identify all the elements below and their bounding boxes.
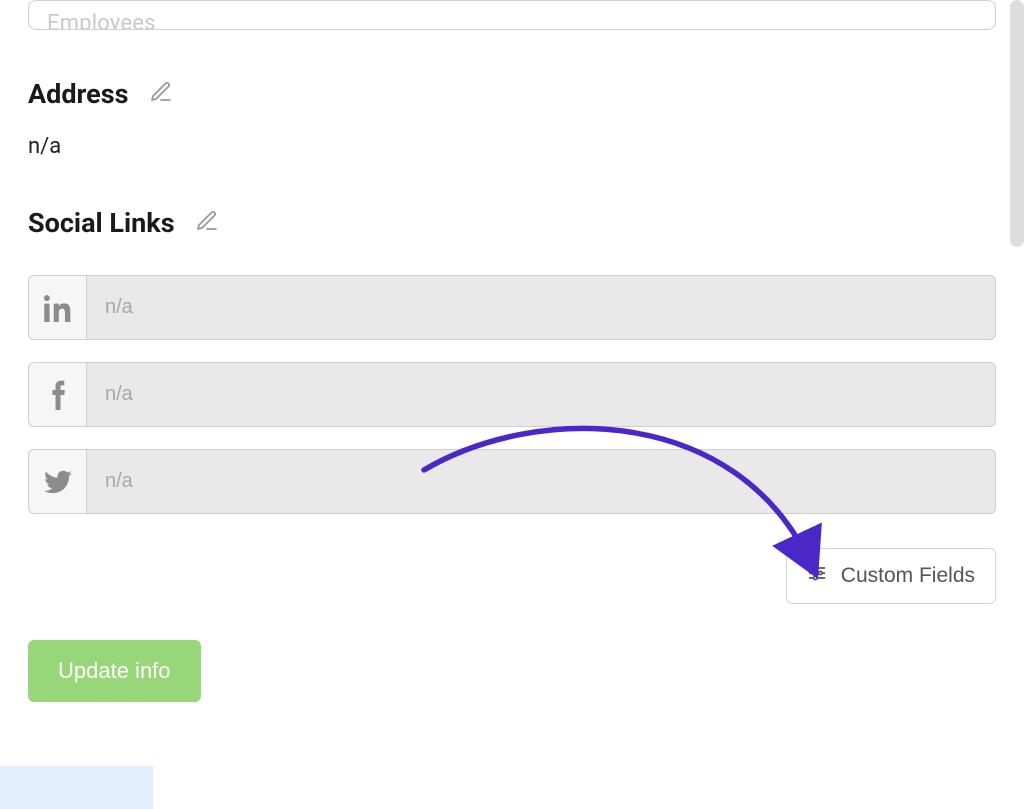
employees-placeholder: Employees	[47, 19, 156, 29]
sliders-icon	[807, 563, 827, 589]
linkedin-row	[28, 275, 996, 340]
custom-fields-row: Custom Fields	[28, 548, 996, 604]
facebook-input[interactable]	[86, 362, 996, 427]
linkedin-icon	[28, 275, 86, 340]
social-links-section-header: Social Links	[28, 207, 996, 239]
employees-input-container: Employees	[28, 0, 996, 30]
social-links-list	[28, 275, 996, 514]
twitter-row	[28, 449, 996, 514]
edit-address-icon[interactable]	[149, 80, 173, 108]
edit-social-links-icon[interactable]	[195, 209, 219, 237]
scrollbar-thumb[interactable]	[1010, 0, 1024, 247]
custom-fields-button[interactable]: Custom Fields	[786, 548, 996, 604]
facebook-icon	[28, 362, 86, 427]
twitter-input[interactable]	[86, 449, 996, 514]
social-links-heading: Social Links	[28, 207, 175, 239]
twitter-icon	[28, 449, 86, 514]
address-heading: Address	[28, 78, 129, 110]
facebook-row	[28, 362, 996, 427]
address-section-header: Address	[28, 78, 996, 110]
linkedin-input[interactable]	[86, 275, 996, 340]
update-info-button[interactable]: Update info	[28, 640, 201, 702]
custom-fields-label: Custom Fields	[841, 564, 975, 588]
address-value: n/a	[28, 134, 996, 159]
bottom-panel-fragment	[0, 766, 153, 809]
